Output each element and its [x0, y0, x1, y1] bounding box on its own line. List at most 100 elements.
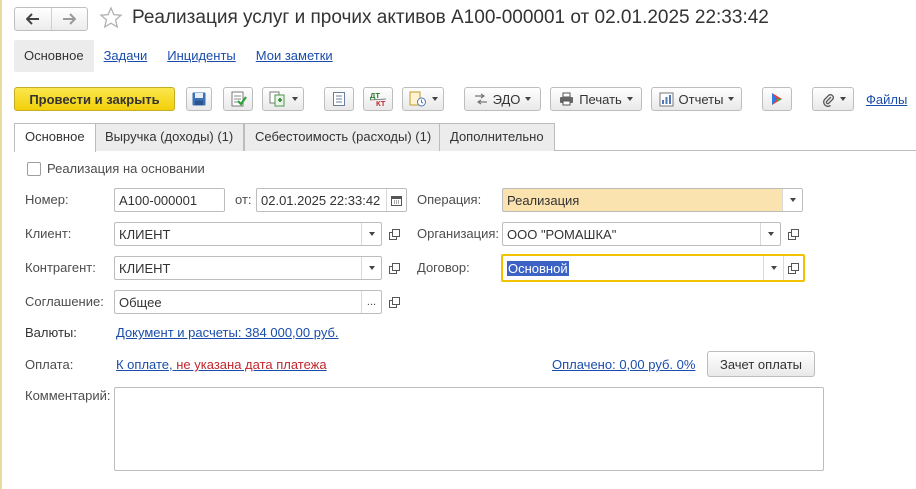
svg-text:КТ: КТ — [376, 99, 386, 108]
edo-icon — [474, 93, 487, 105]
print-label: Печать — [579, 91, 622, 107]
dropdown-icon — [368, 266, 375, 270]
agreement-label: Соглашение: — [25, 294, 104, 309]
operation-dropdown[interactable] — [782, 189, 802, 211]
client-open-button[interactable] — [384, 223, 404, 245]
dropdown-icon — [767, 232, 774, 236]
dropdown-icon — [839, 97, 846, 101]
organization-label: Организация: — [417, 226, 500, 241]
contract-field[interactable]: Основной — [501, 254, 805, 282]
paperclip-icon — [822, 93, 834, 107]
paid-link[interactable]: Оплачено: 0,00 руб. 0% — [552, 356, 695, 374]
date-field[interactable]: 02.01.2025 22:33:42 — [256, 188, 407, 212]
open-icon — [388, 228, 400, 240]
journal-button[interactable] — [324, 87, 354, 111]
calendar-icon — [391, 195, 402, 206]
tab-revenue[interactable]: Выручка (доходы) (1) — [94, 123, 245, 151]
reports-button[interactable]: Отчеты — [651, 87, 742, 111]
contract-open-button[interactable] — [783, 256, 803, 280]
payment-offset-button[interactable]: Зачет оплаты — [707, 351, 815, 377]
create-based-on-icon — [269, 91, 284, 107]
reports-label: Отчеты — [678, 91, 724, 107]
counterparty-dropdown[interactable] — [361, 257, 381, 279]
counterparty-label: Контрагент: — [25, 260, 96, 275]
based-on-label: Реализация на основании — [47, 161, 205, 176]
payment-link-prefix: К оплате, — [116, 357, 177, 372]
print-button[interactable]: Печать — [550, 87, 642, 111]
forward-button[interactable] — [50, 8, 88, 30]
star-icon — [99, 6, 123, 29]
open-icon — [388, 262, 400, 274]
document-structure-icon — [409, 91, 426, 107]
organization-dropdown[interactable] — [760, 223, 780, 245]
subnav-incidents[interactable]: Инциденты — [157, 40, 246, 72]
create-based-on-button[interactable] — [262, 87, 304, 111]
open-icon — [788, 262, 799, 274]
history-navigation — [14, 7, 88, 31]
tab-main[interactable]: Основное — [14, 123, 96, 152]
subnav-main[interactable]: Основное — [14, 40, 94, 72]
client-field[interactable]: КЛИЕНТ — [114, 222, 382, 246]
operation-label: Операция: — [417, 192, 482, 207]
subnav-tasks[interactable]: Задачи — [94, 40, 158, 72]
tab-additional[interactable]: Дополнительно — [439, 123, 555, 151]
comment-label: Комментарий: — [25, 388, 111, 403]
operation-field[interactable]: Реализация — [502, 188, 803, 212]
payment-label: Оплата: — [25, 357, 74, 372]
agreement-value: Общее — [119, 294, 162, 310]
post-and-close-button[interactable]: Провести и закрыть — [14, 87, 175, 111]
agreement-select-button[interactable]: ... — [361, 291, 381, 313]
number-value: А100-000001 — [119, 192, 198, 208]
list-icon — [333, 92, 345, 106]
contract-label: Договор: — [417, 260, 470, 275]
back-arrow-icon — [25, 13, 39, 25]
currencies-link[interactable]: Документ и расчеты: 384 000,00 руб. — [116, 324, 339, 342]
based-on-checkbox[interactable] — [27, 162, 41, 176]
dropdown-icon — [728, 97, 735, 101]
form-subnav: Основное Задачи Инциденты Мои заметки — [14, 40, 343, 72]
tab-cost[interactable]: Себестоимость (расходы) (1) — [244, 123, 443, 151]
dropdown-icon — [431, 97, 438, 101]
counterparty-open-button[interactable] — [384, 257, 404, 279]
edo-button[interactable]: ЭДО — [464, 87, 541, 111]
document-structure-button[interactable] — [402, 87, 444, 111]
dt-kt-icon: ДТ КТ — [369, 91, 387, 108]
save-button[interactable] — [186, 87, 212, 111]
agreement-field[interactable]: Общее ... — [114, 290, 382, 314]
date-label: от: — [235, 192, 252, 207]
dropdown-icon — [368, 232, 375, 236]
contract-dropdown[interactable] — [763, 256, 783, 280]
printer-icon — [560, 92, 574, 106]
run-icon — [772, 93, 782, 105]
number-field[interactable]: А100-000001 — [114, 188, 225, 212]
open-icon — [787, 228, 799, 240]
calendar-button[interactable] — [386, 189, 406, 211]
payment-link[interactable]: К оплате, не указана дата платежа — [116, 356, 327, 374]
date-value: 02.01.2025 22:33:42 — [261, 192, 381, 208]
attachments-button[interactable] — [812, 87, 854, 111]
edo-label: ЭДО — [492, 91, 521, 107]
counterparty-field[interactable]: КЛИЕНТ — [114, 256, 382, 280]
dt-kt-button[interactable]: ДТ КТ — [363, 87, 393, 111]
document-title: Реализация услуг и прочих активов А100-0… — [132, 7, 769, 28]
contract-value-wrap: Основной — [503, 260, 763, 276]
operation-value: Реализация — [507, 192, 580, 208]
organization-open-button[interactable] — [783, 223, 803, 245]
favorite-button[interactable] — [99, 6, 123, 30]
reports-icon — [659, 92, 674, 106]
organization-value: ООО "РОМАШКА" — [507, 226, 617, 242]
client-dropdown[interactable] — [361, 223, 381, 245]
save-icon — [192, 92, 206, 106]
run-button[interactable] — [762, 87, 792, 111]
agreement-open-button[interactable] — [384, 291, 404, 313]
subnav-my-notes[interactable]: Мои заметки — [246, 40, 343, 72]
back-button[interactable] — [15, 8, 51, 30]
counterparty-value: КЛИЕНТ — [119, 260, 171, 276]
post-button[interactable] — [223, 87, 253, 111]
files-link[interactable]: Файлы — [866, 92, 907, 107]
currencies-label: Валюты: — [25, 325, 77, 340]
comment-textarea[interactable] — [114, 387, 824, 471]
dropdown-icon — [789, 198, 796, 202]
organization-field[interactable]: ООО "РОМАШКА" — [502, 222, 781, 246]
dropdown-icon — [770, 266, 777, 270]
